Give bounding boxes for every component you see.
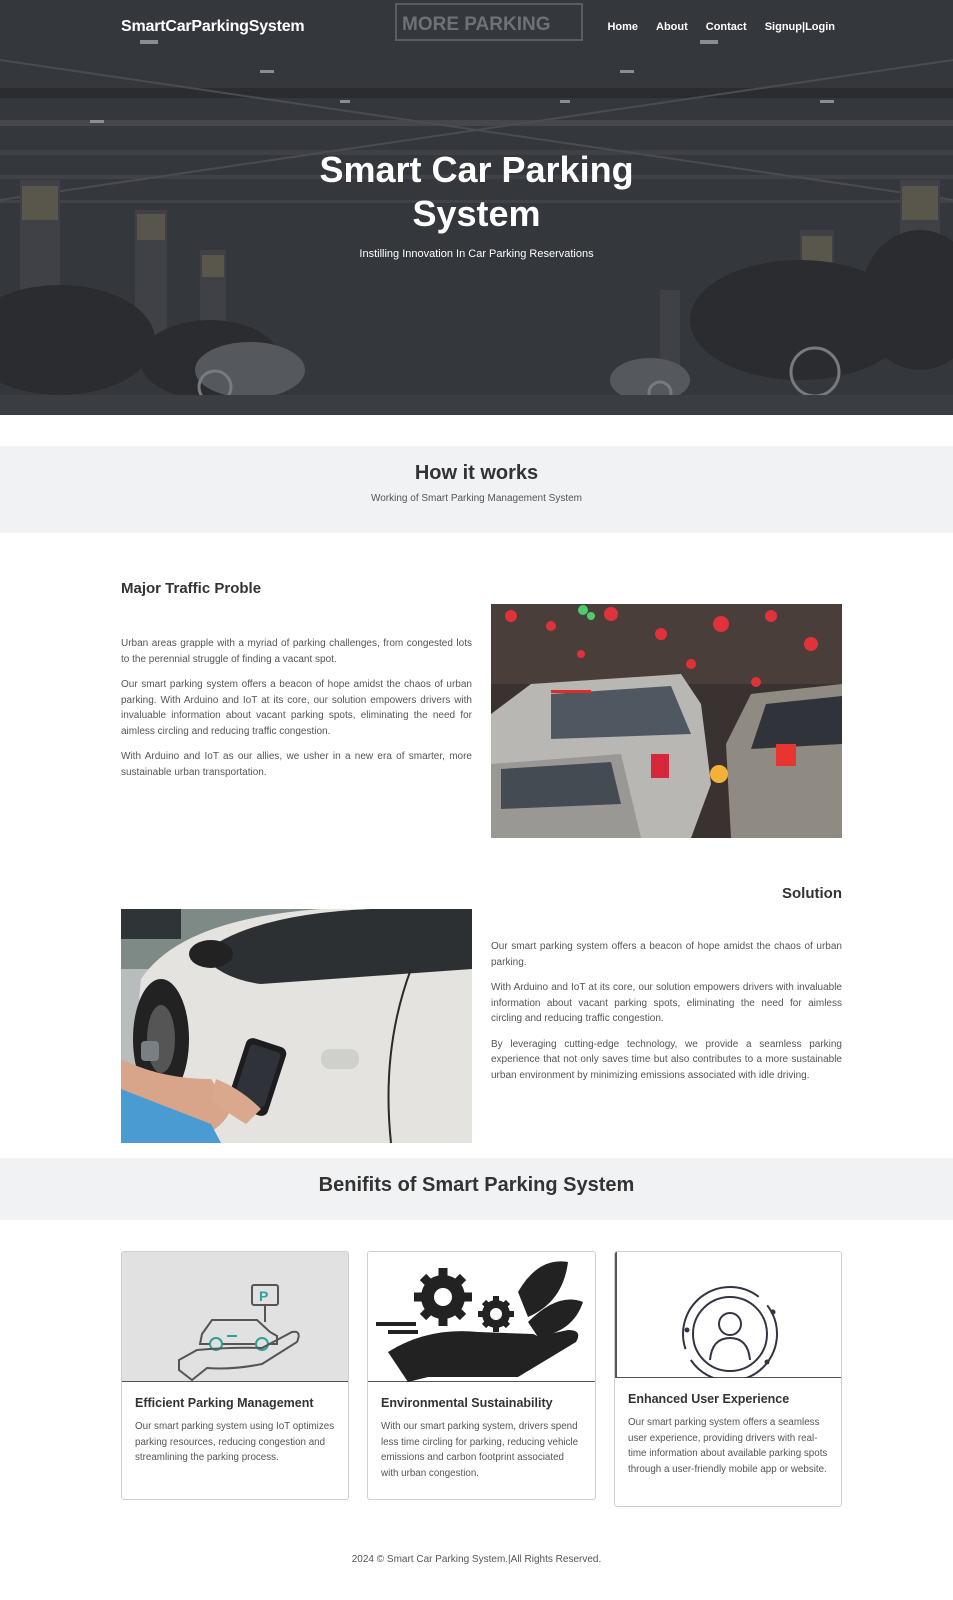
- nav-home-link[interactable]: Home: [607, 21, 638, 33]
- solution-paragraph: With Arduino and IoT at its core, our so…: [491, 982, 842, 1024]
- problem-text: Urban areas grapple with a myriad of par…: [121, 636, 472, 790]
- how-it-works-title: How it works: [414, 462, 539, 484]
- hero-section: MORE PARKING SmartCarParkingSystem Home …: [0, 0, 953, 415]
- footer-copyright: 2024 © Smart Car Parking System.|All Rig…: [351, 1554, 602, 1565]
- card-title: Efficient Parking Management: [135, 1396, 314, 1410]
- how-it-works-band: How it works Working of Smart Parking Ma…: [0, 446, 953, 533]
- card-text: With our smart parking system, drivers s…: [381, 1421, 579, 1479]
- benefits-title: Benifits of Smart Parking System: [318, 1174, 635, 1196]
- nav-contact-link[interactable]: Contact: [706, 21, 747, 33]
- parking-sign-letter: P: [259, 1288, 268, 1304]
- card-text: Our smart parking system offers a seamle…: [628, 1417, 828, 1475]
- nav-about-link[interactable]: About: [656, 21, 688, 33]
- benefits-band: Benifits of Smart Parking System: [0, 1158, 953, 1220]
- traffic-jam-image: [491, 604, 842, 838]
- hero-title-line1: Smart Car Parking: [319, 149, 634, 190]
- eco-hand-gear-icon: [368, 1252, 595, 1382]
- card-text: Our smart parking system using IoT optim…: [135, 1421, 335, 1463]
- how-it-works-subtitle: Working of Smart Parking Management Syst…: [370, 493, 582, 504]
- solution-title: Solution: [782, 885, 842, 902]
- card-title: Enhanced User Experience: [628, 1392, 790, 1406]
- hero-title: Smart Car Parking System: [0, 148, 953, 236]
- problem-paragraph: Our smart parking system offers a beacon…: [121, 679, 472, 737]
- nav-links: Home About Contact Signup|Login: [607, 21, 835, 33]
- problem-paragraph: With Arduino and IoT as our allies, we u…: [121, 751, 472, 778]
- hero-subtitle: Instilling Innovation In Car Parking Res…: [359, 248, 594, 260]
- problem-paragraph: Urban areas grapple with a myriad of par…: [121, 638, 472, 665]
- problem-title: Major Traffic Proble: [121, 580, 262, 597]
- user-profile-icon: [615, 1252, 841, 1382]
- solution-paragraph: Our smart parking system offers a beacon…: [491, 941, 842, 968]
- solution-paragraph: By leveraging cutting-edge technology, w…: [491, 1038, 842, 1081]
- car-phone-image: [121, 909, 472, 1143]
- brand-logo[interactable]: SmartCarParkingSystem: [121, 18, 305, 36]
- hero-title-line2: System: [412, 193, 541, 234]
- nav-signup-login-link[interactable]: Signup|Login: [765, 21, 835, 33]
- benefit-card-user-experience: Enhanced User Experience Our smart parki…: [614, 1251, 842, 1507]
- parking-hand-icon: P: [122, 1252, 348, 1382]
- solution-text: Our smart parking system offers a beacon…: [491, 939, 842, 1093]
- top-nav: SmartCarParkingSystem Home About Contact…: [0, 0, 953, 56]
- card-title: Environmental Sustainability: [381, 1396, 553, 1410]
- benefit-card-environmental: Environmental Sustainability With our sm…: [367, 1251, 596, 1500]
- benefit-card-efficient-parking: P Efficient Parking Management Our smart…: [121, 1251, 349, 1500]
